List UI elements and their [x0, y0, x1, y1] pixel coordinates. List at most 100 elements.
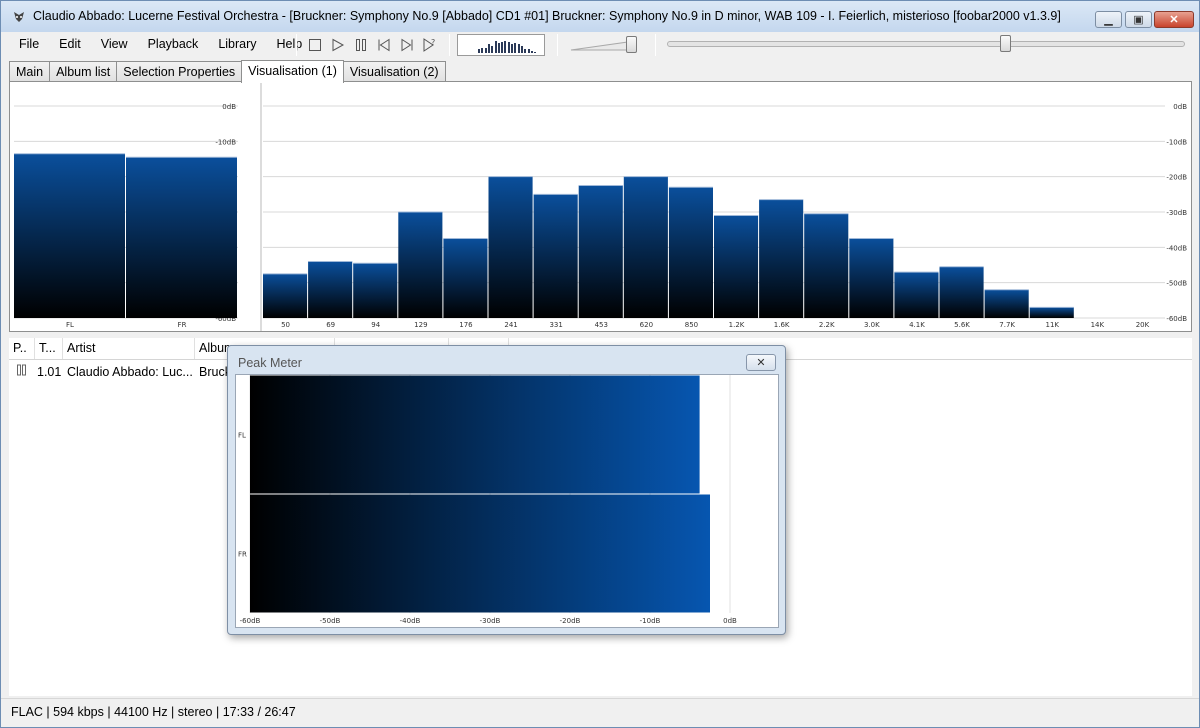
mini-spectrum-visualisation[interactable] [457, 34, 545, 56]
volume-thumb[interactable] [625, 36, 637, 53]
mini-vis-bar [504, 41, 507, 53]
spectrum-bar [308, 261, 353, 318]
peak-bar [250, 375, 700, 494]
peak-meter-title: Peak Meter [238, 356, 302, 370]
peak-meter-chart: -60dB -50dB -40dB -30dB -20dB -10dB 0dB FL FR [238, 375, 737, 625]
spectrum-bar [759, 199, 804, 318]
spectrum-bar [488, 176, 533, 318]
mini-vis-bar [530, 50, 533, 53]
mini-vis-bar [497, 42, 500, 53]
previous-button[interactable] [376, 37, 392, 53]
seek-bar[interactable] [667, 35, 1185, 52]
spectrum-bar [668, 187, 713, 318]
x-tick-label: -10dB [640, 617, 661, 625]
play-button[interactable] [330, 37, 346, 53]
menu-library[interactable]: Library [208, 33, 266, 55]
menu-file[interactable]: File [9, 33, 49, 55]
peak-meter-window[interactable]: Peak Meter ✕ -60dB -50dB -40dB -30dB -20dB -1… [227, 345, 786, 635]
window-title: Claudio Abbado: Lucerne Festival Orchest… [33, 9, 1061, 23]
y-tick-label: -30dB [1166, 209, 1187, 217]
mini-vis-bar [534, 52, 537, 53]
close-icon: ✕ [756, 357, 766, 369]
menu-view[interactable]: View [91, 33, 138, 55]
x-tick-label: FL [66, 321, 74, 329]
minimize-button[interactable]: ▁ [1095, 11, 1122, 28]
menu-edit[interactable]: Edit [49, 33, 91, 55]
maximize-icon: ▣ [1133, 14, 1144, 26]
x-tick-label: 850 [685, 321, 698, 329]
tab-album-list[interactable]: Album list [49, 61, 118, 82]
peak-meter-close-button[interactable]: ✕ [746, 354, 776, 371]
spectrum-bar [714, 215, 759, 318]
y-tick-label: 0dB [1173, 103, 1187, 111]
x-tick-label: 2.2K [819, 321, 835, 329]
spectrum-bar [443, 238, 488, 318]
play-icon [332, 38, 345, 52]
spectrum-bar [984, 289, 1029, 318]
menu-playback[interactable]: Playback [138, 33, 209, 55]
peak-bar [250, 494, 710, 613]
track-number-cell: 1.01 [37, 365, 62, 379]
svg-text:?: ? [431, 38, 435, 47]
channel-label: FR [238, 551, 247, 559]
seek-thumb[interactable] [1000, 35, 1012, 52]
spectrum-bar [533, 194, 578, 318]
next-icon [401, 38, 413, 52]
artist-cell: Claudio Abbado: Luc... [67, 365, 193, 379]
x-tick-label: -30dB [480, 617, 501, 625]
tab-main[interactable]: Main [9, 61, 51, 82]
previous-icon [378, 38, 390, 52]
close-button[interactable]: ✕ [1154, 11, 1194, 28]
tab-visualisation-1[interactable]: Visualisation (1) [241, 60, 344, 83]
tab-selection-properties[interactable]: Selection Properties [116, 61, 243, 82]
random-icon: ? [423, 38, 435, 52]
visualisation-panel: 0dB -10dB -20dB -30dB -40dB -50dB -60dB FL FR 0dB… [9, 81, 1192, 332]
mini-vis-bar [517, 44, 520, 53]
close-icon: ✕ [1169, 14, 1179, 26]
minimize-icon: ▁ [1104, 14, 1113, 26]
x-tick-label: -50dB [320, 617, 341, 625]
x-tick-label: -60dB [240, 617, 261, 625]
y-tick-label: -60dB [1166, 315, 1187, 323]
spectrum-bar [894, 272, 939, 318]
spectrum-bar [353, 263, 398, 318]
status-bar: FLAC | 594 kbps | 44100 Hz | stereo | 17… [1, 698, 1199, 727]
maximize-button[interactable]: ▣ [1125, 11, 1152, 28]
x-tick-label: 94 [371, 321, 380, 329]
column-playing[interactable]: P.. [9, 338, 35, 359]
channel-label: FL [238, 432, 246, 440]
y-tick-label: -10dB [1166, 138, 1187, 146]
column-artist[interactable]: Artist [63, 338, 195, 359]
title-bar[interactable]: Claudio Abbado: Lucerne Festival Orchest… [1, 1, 1199, 32]
x-tick-label: 20K [1136, 321, 1150, 329]
mini-vis-bar [507, 41, 510, 53]
x-tick-label: 5.6K [954, 321, 970, 329]
spectrum-bar [398, 212, 443, 318]
random-button[interactable]: ? [422, 37, 438, 53]
mini-vis-bar [484, 48, 487, 53]
channel-bar [14, 153, 125, 318]
volume-slider[interactable] [569, 36, 643, 53]
mini-vis-bar [494, 41, 497, 53]
playing-icon [17, 363, 31, 381]
spectrum-bar [578, 185, 623, 318]
y-tick-label: -20dB [1166, 174, 1187, 182]
menu-help[interactable]: Help [267, 33, 313, 55]
column-track[interactable]: T... [35, 338, 63, 359]
pause-button[interactable] [353, 37, 369, 53]
x-tick-label: 3.0K [864, 321, 880, 329]
pause-icon [356, 39, 366, 51]
mini-vis-bar [481, 48, 484, 53]
x-tick-label: 331 [549, 321, 562, 329]
toolbar-separator [449, 34, 450, 56]
y-tick-label: -10dB [215, 138, 236, 146]
tab-visualisation-2[interactable]: Visualisation (2) [342, 61, 446, 82]
x-tick-label: 50 [281, 321, 290, 329]
x-tick-label: -40dB [400, 617, 421, 625]
channel-bar [126, 157, 237, 318]
x-tick-label: -20dB [560, 617, 581, 625]
x-tick-label: 1.6K [774, 321, 790, 329]
mini-vis-bar [487, 44, 490, 53]
stop-button[interactable] [307, 37, 323, 53]
next-button[interactable] [399, 37, 415, 53]
